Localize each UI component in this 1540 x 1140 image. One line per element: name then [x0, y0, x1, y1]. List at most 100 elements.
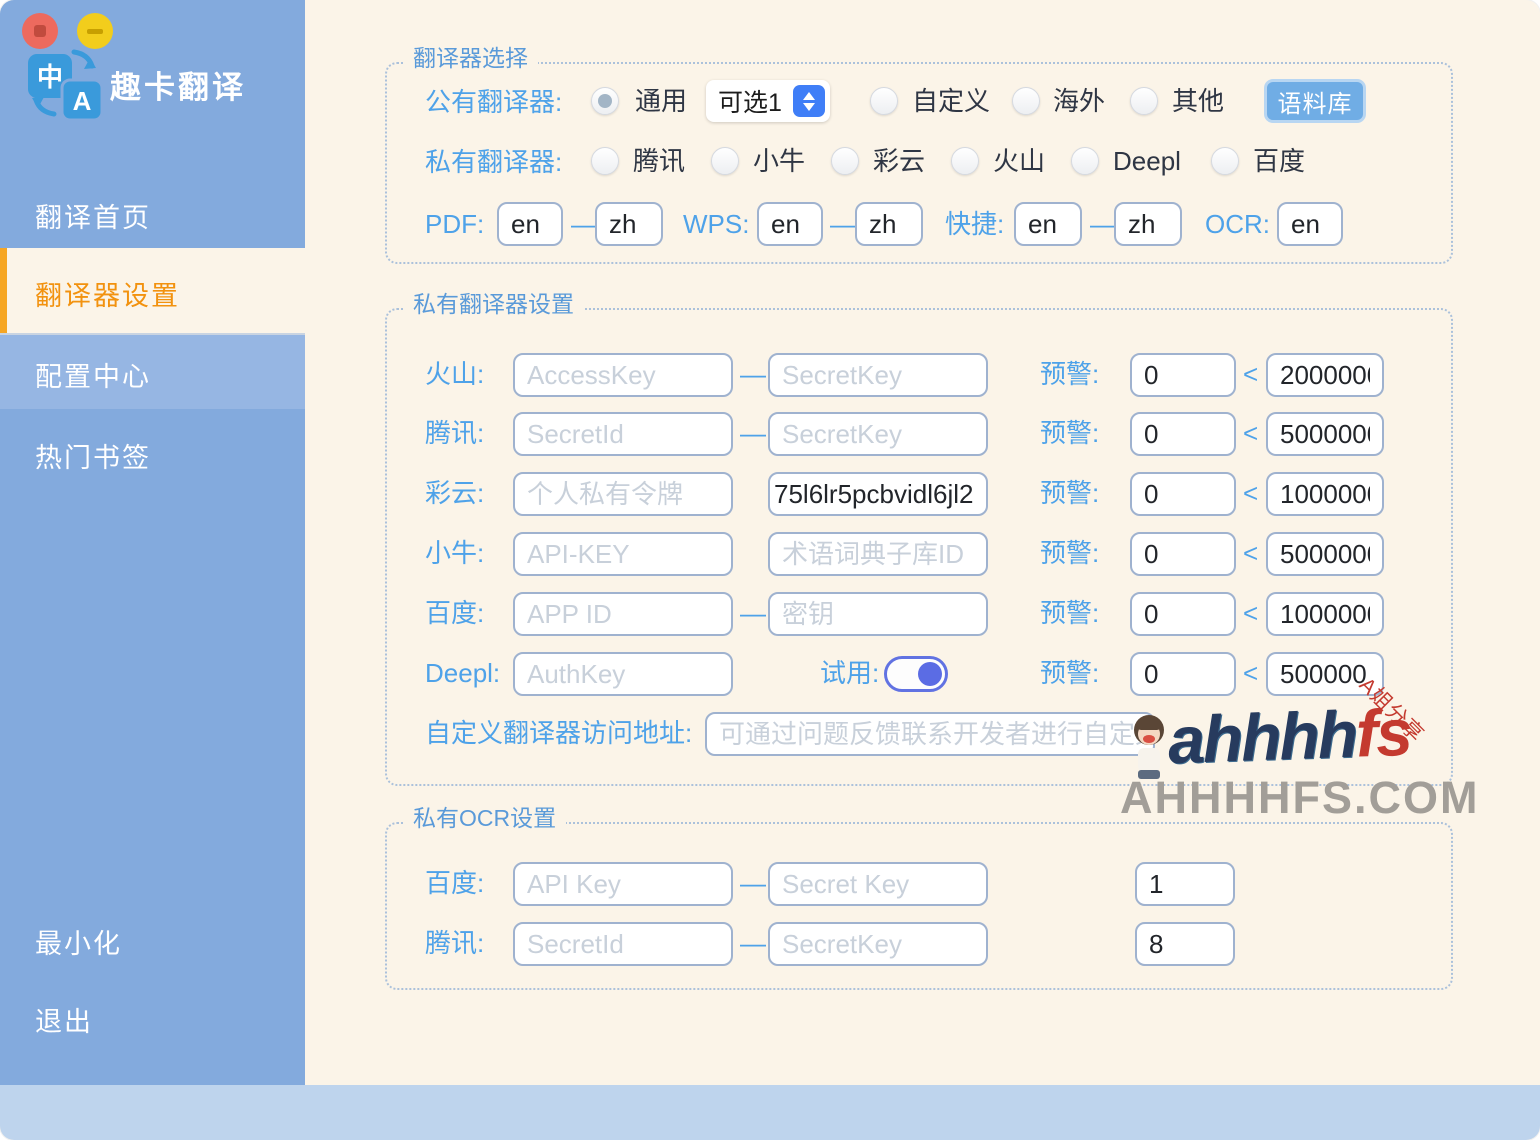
caiyun-warn-min-input[interactable]	[1130, 472, 1236, 516]
sidebar-item-exit[interactable]: 退出	[35, 1000, 93, 1039]
app-title: 趣卡翻译	[110, 62, 246, 107]
tencent-dash: —	[740, 417, 766, 449]
wps-to-input[interactable]	[855, 202, 923, 246]
radio-general-label: 通用	[635, 85, 687, 117]
custom-url-label: 自定义翻译器访问地址:	[425, 717, 692, 749]
baidu-row-label: 百度:	[425, 597, 484, 629]
radio-custom[interactable]	[870, 87, 898, 115]
volcano-lt: <	[1243, 358, 1258, 390]
radio-caiyun-label: 彩云	[873, 145, 925, 177]
radio-tencent-label: 腾讯	[633, 145, 685, 177]
tencent-warn-min-input[interactable]	[1130, 412, 1236, 456]
radio-other-label: 其他	[1172, 85, 1224, 117]
niutrans-apikey-input[interactable]	[513, 532, 733, 576]
quick-label: 快捷:	[945, 208, 1004, 240]
ocr-baidu-secretkey-input[interactable]	[768, 862, 988, 906]
radio-overseas-label: 海外	[1053, 85, 1105, 117]
volcano-secretkey-input[interactable]	[768, 353, 988, 397]
niutrans-warn-max-input[interactable]	[1266, 532, 1384, 576]
caiyun-warn-max-input[interactable]	[1266, 472, 1384, 516]
radio-niutrans[interactable]	[711, 147, 739, 175]
ocr-tencent-secretid-input[interactable]	[513, 922, 733, 966]
sidebar-item-home[interactable]: 翻译首页	[35, 196, 151, 235]
app-window: 中 A 趣卡翻译 翻译首页 翻译器设置 配置中心 热门书签 最小化 退出 翻译器…	[0, 0, 1540, 1140]
baidu-warn-label: 预警:	[1040, 597, 1099, 629]
public-translator-dropdown[interactable]: 可选1	[706, 80, 830, 122]
pdf-to-input[interactable]	[595, 202, 663, 246]
baidu-secret-input[interactable]	[768, 592, 988, 636]
ocr-from-input[interactable]	[1277, 202, 1343, 246]
private-translator-label: 私有翻译器:	[425, 146, 562, 178]
tencent-secretkey-input[interactable]	[768, 412, 988, 456]
stepper-icon	[793, 85, 825, 117]
deepl-trial-toggle[interactable]	[884, 656, 948, 692]
quick-from-input[interactable]	[1014, 202, 1082, 246]
custom-url-input[interactable]	[705, 712, 1155, 756]
wps-dash: —	[830, 208, 856, 240]
private-settings-title: 私有翻译器设置	[403, 290, 584, 318]
radio-baidu-label: 百度	[1253, 145, 1305, 177]
volcano-warn-max-input[interactable]	[1266, 353, 1384, 397]
volcano-warn-min-input[interactable]	[1130, 353, 1236, 397]
deepl-row-label: Deepl:	[425, 657, 500, 689]
sidebar-item-minimize[interactable]: 最小化	[35, 922, 122, 961]
tencent-warn-max-input[interactable]	[1266, 412, 1384, 456]
pdf-from-input[interactable]	[497, 202, 563, 246]
tencent-lt: <	[1243, 417, 1258, 449]
niutrans-warn-label: 预警:	[1040, 537, 1099, 569]
wps-from-input[interactable]	[757, 202, 823, 246]
caiyun-token-value-input[interactable]	[768, 472, 988, 516]
radio-baidu[interactable]	[1211, 147, 1239, 175]
wps-label: WPS:	[683, 208, 749, 240]
volcano-warn-label: 预警:	[1040, 358, 1099, 390]
quick-to-input[interactable]	[1114, 202, 1182, 246]
tencent-row-label: 腾讯:	[425, 417, 484, 449]
sidebar-item-config-center[interactable]: 配置中心	[0, 333, 305, 409]
volcano-row-label: 火山:	[425, 358, 484, 390]
corpus-button[interactable]: 语料库	[1264, 79, 1366, 123]
radio-other[interactable]	[1130, 87, 1158, 115]
baidu-warn-min-input[interactable]	[1130, 592, 1236, 636]
volcano-accesskey-input[interactable]	[513, 353, 733, 397]
radio-caiyun[interactable]	[831, 147, 859, 175]
radio-custom-label: 自定义	[912, 85, 990, 117]
ocr-tencent-secretkey-input[interactable]	[768, 922, 988, 966]
baidu-warn-max-input[interactable]	[1266, 592, 1384, 636]
deepl-authkey-input[interactable]	[513, 652, 733, 696]
radio-deepl[interactable]	[1071, 147, 1099, 175]
ocr-baidu-apikey-input[interactable]	[513, 862, 733, 906]
ocr-settings-title: 私有OCR设置	[403, 804, 566, 832]
quick-dash: —	[1090, 208, 1116, 240]
ocr-label: OCR:	[1205, 208, 1270, 240]
caiyun-token-input[interactable]	[513, 472, 733, 516]
ocr-tencent-count-input[interactable]	[1135, 922, 1235, 966]
ocr-baidu-dash: —	[740, 867, 766, 899]
caiyun-warn-label: 预警:	[1040, 477, 1099, 509]
app-logo-translate-icon: 中 A	[24, 44, 106, 122]
caiyun-lt: <	[1243, 477, 1258, 509]
tencent-secretid-input[interactable]	[513, 412, 733, 456]
radio-volcano[interactable]	[951, 147, 979, 175]
baidu-dash: —	[740, 597, 766, 629]
dropdown-value: 可选1	[718, 83, 782, 119]
sidebar-item-hot-bookmarks[interactable]: 热门书签	[35, 436, 151, 475]
radio-overseas[interactable]	[1012, 87, 1040, 115]
deepl-lt: <	[1243, 657, 1258, 689]
watermark-site-url: AHHHHFS.COM	[1120, 772, 1479, 824]
niutrans-warn-min-input[interactable]	[1130, 532, 1236, 576]
volcano-dash: —	[740, 358, 766, 390]
ocr-baidu-count-input[interactable]	[1135, 862, 1235, 906]
sidebar-item-translator-settings[interactable]: 翻译器设置	[0, 248, 305, 333]
deepl-trial-label: 试用:	[820, 657, 879, 689]
translator-select-title: 翻译器选择	[403, 44, 538, 72]
deepl-warn-min-input[interactable]	[1130, 652, 1236, 696]
baidu-appid-input[interactable]	[513, 592, 733, 636]
radio-general[interactable]	[591, 87, 619, 115]
bottom-status-bar	[0, 1085, 1540, 1140]
svg-text:中: 中	[37, 62, 63, 92]
toggle-knob	[918, 662, 942, 686]
niutrans-dict-input[interactable]	[768, 532, 988, 576]
pdf-label: PDF:	[425, 208, 484, 240]
radio-tencent[interactable]	[591, 147, 619, 175]
svg-text:A: A	[73, 86, 92, 116]
